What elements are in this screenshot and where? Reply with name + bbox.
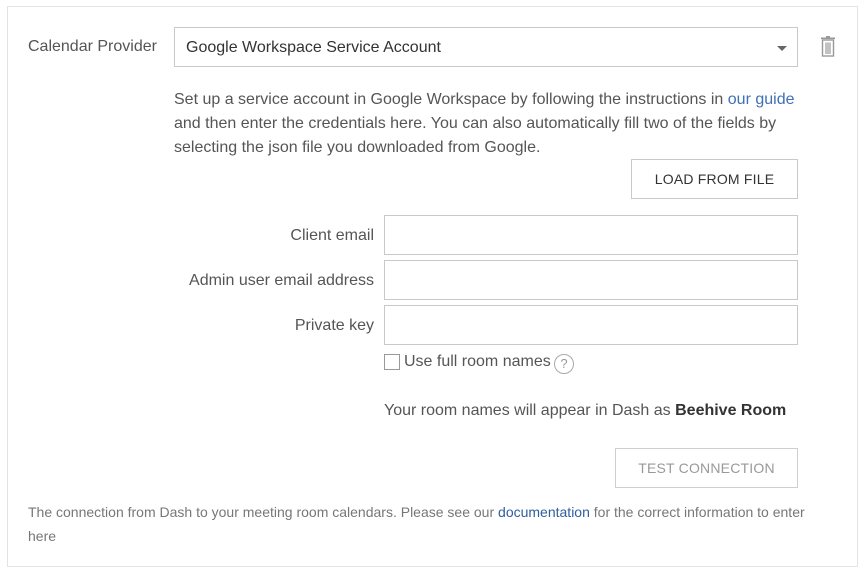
room-name-preview: Your room names will appear in Dash as B… [384,402,787,419]
admin-email-input[interactable] [384,260,798,300]
chevron-down-icon [777,46,787,51]
room-name-example: Beehive Room [675,402,787,419]
connection-help-text: The connection from Dash to your meeting… [28,504,805,544]
calendar-provider-selected-value: Google Workspace Service Account [186,39,441,56]
service-account-instructions: Set up a service account in Google Works… [174,91,795,156]
documentation-link[interactable]: documentation [498,504,590,520]
admin-email-label: Admin user email address [189,272,374,289]
test-connection-button[interactable]: TEST CONNECTION [615,448,798,488]
client-email-label: Client email [290,227,374,244]
trash-icon[interactable] [818,36,838,58]
load-from-file-button[interactable]: LOAD FROM FILE [631,159,798,199]
private-key-label: Private key [294,317,374,334]
private-key-input[interactable] [384,305,798,345]
our-guide-link[interactable]: our guide [728,91,795,108]
calendar-provider-select[interactable]: Google Workspace Service Account [174,27,798,67]
calendar-provider-label: Calendar Provider [28,38,157,55]
client-email-input[interactable] [384,215,798,255]
question-circle-icon[interactable]: ? [554,354,574,374]
full-room-names-label[interactable]: Use full room names [404,353,551,371]
full-room-names-checkbox[interactable] [384,354,400,370]
